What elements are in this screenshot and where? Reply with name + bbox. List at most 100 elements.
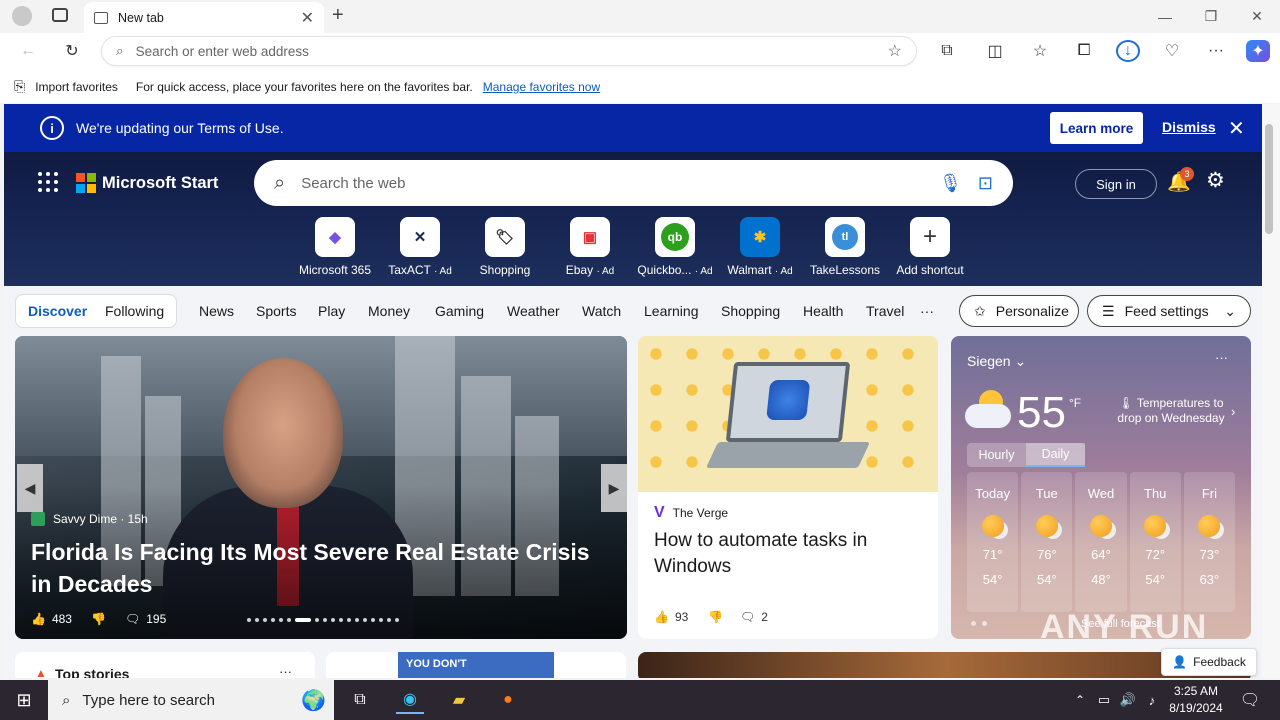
task-view-icon[interactable]: ⧉	[346, 686, 374, 714]
nav-news[interactable]: News	[199, 303, 234, 319]
carousel-dots[interactable]	[247, 618, 399, 622]
nav-weather[interactable]: Weather	[507, 303, 560, 319]
volume-icon[interactable]: ♪	[1138, 686, 1166, 714]
news-image-card[interactable]	[638, 652, 1251, 678]
article-headline[interactable]: How to automate tasks in Windows	[654, 528, 924, 580]
nav-gaming[interactable]: Gaming	[435, 303, 484, 319]
firefox-icon[interactable]: ●	[494, 686, 522, 714]
personalize-button[interactable]: ✩ Personalize	[959, 295, 1079, 327]
feedback-button[interactable]: 👤 Feedback	[1161, 648, 1257, 676]
nav-sports[interactable]: Sports	[256, 303, 296, 319]
temperature-unit[interactable]: °F	[1069, 396, 1081, 410]
nav-learning[interactable]: Learning	[644, 303, 699, 319]
edge-taskbar-icon[interactable]: ◉	[396, 686, 424, 714]
visual-search-icon[interactable]: ⊡	[978, 173, 993, 194]
ad-card[interactable]: YOU DON'T	[326, 652, 626, 678]
featured-news-card[interactable]: ◀ ▶ Savvy Dime · 15h Florida Is Facing I…	[15, 336, 627, 639]
tab-following[interactable]: Following	[105, 303, 164, 319]
like-button[interactable]: 👍 483	[31, 612, 72, 626]
like-button[interactable]: 👍 93	[654, 610, 688, 624]
extensions-icon[interactable]: ⧉	[935, 40, 959, 62]
shortcut-add[interactable]: + Add shortcut	[887, 217, 973, 277]
tab-new-tab[interactable]: New tab ✕	[84, 2, 324, 33]
nav-health[interactable]: Health	[803, 303, 843, 319]
dismiss-link[interactable]: Dismiss	[1162, 119, 1216, 135]
low-temp: 54°	[1036, 572, 1057, 587]
forecast-day[interactable]: Thu 72° 54°	[1129, 472, 1181, 612]
scrollbar-thumb[interactable]	[1265, 124, 1273, 234]
nav-shopping[interactable]: Shopping	[721, 303, 780, 319]
shortcut-walmart[interactable]: ✱ Walmart · Ad	[717, 217, 803, 277]
weather-card[interactable]: Siegen ⌄ ··· 55 °F 🌡 Temperatures to dro…	[951, 336, 1251, 639]
more-menu-icon[interactable]: ···	[1204, 40, 1228, 62]
new-tab-button[interactable]: +	[332, 4, 344, 27]
feed-settings-button[interactable]: ☰ Feed settings ⌄	[1087, 295, 1251, 327]
tab-hourly[interactable]: Hourly	[967, 443, 1026, 467]
comments-button[interactable]: 🗨 2	[740, 610, 768, 624]
shortcut-ebay[interactable]: ▣ Ebay · Ad	[547, 217, 633, 277]
forecast-day[interactable]: Fri 73° 63°	[1183, 472, 1236, 612]
top-stories-title[interactable]: Top stories	[55, 666, 129, 678]
microphone-icon[interactable]: 🎙	[939, 173, 962, 194]
copilot-icon[interactable]: ✦	[1246, 40, 1270, 62]
import-favorites-button[interactable]: Import favorites	[35, 80, 118, 94]
shortcut-quickbooks[interactable]: qb Quickbo... · Ad	[632, 217, 718, 277]
forecast-day[interactable]: Today 71° 54°	[967, 472, 1019, 612]
nav-play[interactable]: Play	[318, 303, 345, 319]
forecast-day[interactable]: Tue 76° 54°	[1021, 472, 1073, 612]
learn-more-button[interactable]: Learn more	[1050, 112, 1143, 144]
profile-icon[interactable]	[12, 6, 32, 26]
shortcut-taxact[interactable]: ✕ TaxACT · Ad	[377, 217, 463, 277]
favorites-icon[interactable]: ☆	[1028, 40, 1052, 62]
notifications-icon[interactable]: 🗨	[1236, 686, 1264, 714]
banner-close-icon[interactable]: ✕	[1228, 116, 1245, 141]
tab-actions-icon[interactable]	[52, 8, 68, 22]
performance-icon[interactable]: ♡	[1160, 40, 1184, 62]
weather-location[interactable]: Siegen ⌄	[967, 353, 1026, 370]
collections-icon[interactable]: ⧠	[1072, 40, 1096, 62]
settings-gear-icon[interactable]: ⚙	[1206, 168, 1225, 193]
nav-travel[interactable]: Travel	[866, 303, 904, 319]
nav-money[interactable]: Money	[368, 303, 410, 319]
web-search-box[interactable]: ⌕ Search the web 🎙 ⊡	[254, 160, 1013, 206]
windows-start-icon[interactable]: ⊞	[10, 686, 38, 714]
more-options-icon[interactable]: ···	[279, 664, 292, 678]
manage-favorites-link[interactable]: Manage favorites now	[483, 80, 600, 94]
split-screen-icon[interactable]: ◫	[983, 40, 1007, 62]
weather-alert[interactable]: 🌡 Temperatures to drop on Wednesday	[1113, 396, 1229, 426]
taskbar-search[interactable]: ⌕ Type here to search 🌍	[48, 680, 334, 720]
nav-watch[interactable]: Watch	[582, 303, 621, 319]
verge-news-card[interactable]: V The Verge How to automate tasks in Win…	[638, 336, 938, 639]
carousel-next-icon[interactable]: ▶	[601, 464, 627, 512]
forecast-day[interactable]: Wed 64° 48°	[1075, 472, 1127, 612]
shortcut-microsoft-365[interactable]: ◆ Microsoft 365	[292, 217, 378, 277]
dislike-button[interactable]: 👎	[91, 612, 106, 626]
sign-in-button[interactable]: Sign in	[1075, 169, 1157, 199]
tab-discover[interactable]: Discover	[28, 303, 87, 319]
dislike-button[interactable]: 👎	[708, 610, 723, 624]
refresh-icon[interactable]: ↻	[60, 40, 84, 62]
favorite-star-icon[interactable]: ☆	[888, 41, 902, 61]
article-headline[interactable]: Florida Is Facing Its Most Severe Real E…	[31, 536, 611, 600]
apps-grid-icon[interactable]	[38, 172, 58, 192]
carousel-prev-icon[interactable]: ◀	[17, 464, 43, 512]
more-options-icon[interactable]: ···	[1215, 350, 1228, 365]
restore-button[interactable]: ❐	[1188, 0, 1234, 33]
close-tab-icon[interactable]: ✕	[301, 8, 314, 28]
file-explorer-icon[interactable]: ▰	[445, 686, 473, 714]
system-clock[interactable]: 3:25 AM 8/19/2024	[1164, 683, 1228, 717]
back-icon[interactable]: ←	[16, 40, 40, 62]
weather-page-dots[interactable]	[971, 621, 987, 626]
comments-button[interactable]: 🗨 195	[125, 612, 166, 626]
close-window-button[interactable]: ✕	[1234, 0, 1280, 33]
brand-name[interactable]: Microsoft Start	[102, 174, 218, 193]
chevron-right-icon[interactable]: ›	[1231, 404, 1235, 419]
minimize-button[interactable]: —	[1142, 0, 1188, 33]
address-bar[interactable]: ⌕ Search or enter web address ☆	[101, 36, 917, 66]
shortcut-takelessons[interactable]: tl TakeLessons	[802, 217, 888, 277]
shortcut-shopping[interactable]: 🏷 Shopping	[462, 217, 548, 277]
nav-more[interactable]: ···	[920, 303, 934, 319]
import-favorites-icon[interactable]: ⎘	[14, 78, 25, 95]
tab-daily[interactable]: Daily	[1026, 443, 1085, 467]
downloads-icon[interactable]: ↓	[1116, 40, 1140, 62]
